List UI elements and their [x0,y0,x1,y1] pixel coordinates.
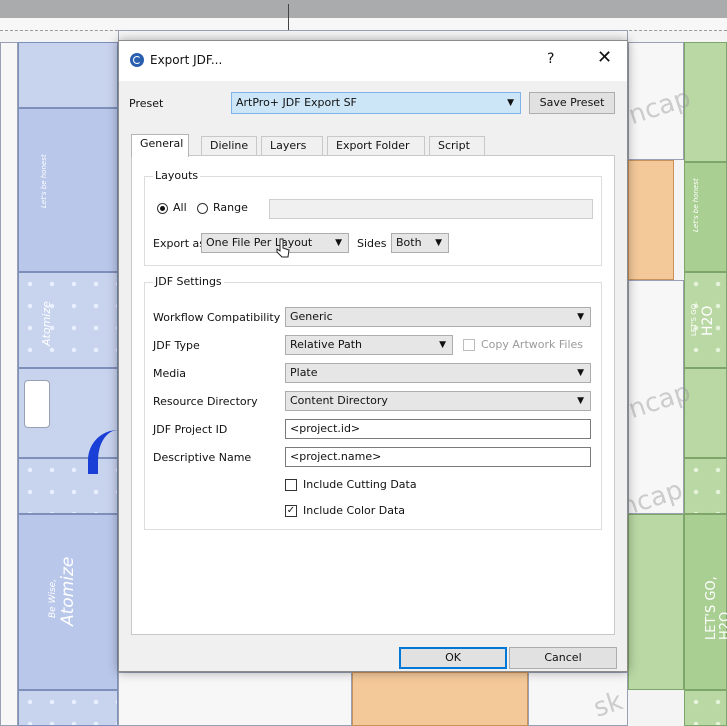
layouts-group: Layouts All Range Export as One File Per… [144,169,602,266]
artwork-panel [18,108,118,272]
cancel-button[interactable]: Cancel [509,647,617,669]
artwork-panel [684,458,727,514]
ok-button[interactable]: OK [399,647,507,669]
include-color-data-checkbox[interactable]: ✓ [285,505,297,517]
artwork-panel [118,672,352,726]
include-cutting-data-label: Include Cutting Data [303,478,417,491]
sides-value: Both [396,236,422,249]
copy-artwork-label: Copy Artwork Files [481,338,584,351]
help-icon[interactable]: ? [547,51,554,67]
tab-export-folder[interactable]: Export Folder [327,136,425,156]
artwork-panel [628,514,684,690]
radio-all[interactable] [157,203,168,214]
resource-directory-label: Resource Directory [153,395,258,408]
artwork-panel [352,672,528,726]
artwork-panel [628,160,674,280]
jdf-project-id-label: JDF Project ID [153,423,228,436]
resource-directory-value: Content Directory [290,394,388,407]
sides-dropdown[interactable]: Both ▼ [391,233,449,253]
layouts-group-title: Layouts [153,169,201,182]
artwork-panel [684,368,727,458]
chevron-down-icon: ▼ [435,238,442,248]
range-input[interactable] [269,199,593,219]
resource-directory-dropdown[interactable]: Content Directory ▼ [285,391,591,411]
export-as-label: Export as [153,237,205,250]
include-cutting-data-checkbox[interactable] [285,479,297,491]
chevron-down-icon: ▼ [577,368,584,378]
artwork-label-tag [24,380,50,428]
radio-all-label: All [173,201,187,214]
preset-dropdown-value: ArtPro+ JDF Export SF [236,96,357,109]
tab-script[interactable]: Script [429,136,485,156]
jdf-project-id-input[interactable]: <project.id> [285,419,591,439]
chevron-down-icon: ▼ [439,340,446,350]
ruler-guide-marker [288,4,289,30]
radio-range-label: Range [213,201,248,214]
tab-general[interactable]: General [131,134,189,157]
chevron-down-icon: ▼ [577,396,584,406]
chevron-down-icon: ▼ [577,312,584,322]
preset-dropdown[interactable]: ArtPro+ JDF Export SF ▼ [231,92,521,114]
media-dropdown[interactable]: Plate ▼ [285,363,591,383]
artwork-panel [684,690,727,726]
workflow-compatibility-value: Generic [290,310,333,323]
descriptive-name-input[interactable]: <project.name> [285,447,591,467]
include-color-data-label: Include Color Data [303,504,406,517]
artwork-panel [684,162,727,272]
artwork-text: LET'S GO, [704,576,719,640]
jdf-type-dropdown[interactable]: Relative Path ▼ [285,335,453,355]
artwork-margin [0,42,18,726]
artwork-text: Let's be honest [40,154,48,208]
artwork-panel [18,272,118,368]
radio-range[interactable] [197,203,208,214]
copy-artwork-checkbox[interactable] [463,339,475,351]
dialog-titlebar[interactable]: Export JDF... ? ✕ [119,41,627,81]
export-as-dropdown[interactable]: One File Per Layout ▼ [201,233,349,253]
media-value: Plate [290,366,318,379]
artwork-text: H2O [718,611,727,640]
sides-label: Sides [357,237,387,250]
artwork-text: Atomize [40,301,53,346]
jdf-type-value: Relative Path [290,338,363,351]
tab-layers[interactable]: Layers [261,136,323,156]
jdf-type-label: JDF Type [153,339,200,352]
artwork-text: Let's be honest [692,178,700,232]
chevron-down-icon: ▼ [335,238,342,248]
preset-label: Preset [129,97,164,110]
artwork-text: H2O [700,305,716,336]
chevron-down-icon: ▼ [507,98,514,108]
workflow-compatibility-dropdown[interactable]: Generic ▼ [285,307,591,327]
descriptive-name-label: Descriptive Name [153,451,252,464]
general-tab-panel: Layouts All Range Export as One File Per… [131,155,615,635]
artwork-panel [18,690,118,726]
export-jdf-dialog: Export JDF... ? ✕ Preset ArtPro+ JDF Exp… [118,40,628,672]
artwork-panel [18,42,118,108]
mouse-pointer-icon [276,238,290,258]
artpro-app-icon [130,53,144,67]
save-preset-button[interactable]: Save Preset [529,92,615,114]
jdf-settings-group-title: JDF Settings [153,275,224,288]
dialog-title: Export JDF... [150,53,223,67]
artwork-text: LET'S GO, [690,301,698,336]
jdf-settings-group: JDF Settings Workflow Compatibility Gene… [144,275,602,530]
tab-dieline[interactable]: Dieline [201,136,257,156]
workflow-compatibility-label: Workflow Compatibility [153,311,281,324]
artwork-text: Atomize [58,556,78,626]
export-as-value: One File Per Layout [206,236,313,249]
media-label: Media [153,367,187,380]
app-toolbar-strip [0,0,727,18]
artwork-text: Be Wise, [48,578,58,618]
close-icon[interactable]: ✕ [597,47,612,68]
